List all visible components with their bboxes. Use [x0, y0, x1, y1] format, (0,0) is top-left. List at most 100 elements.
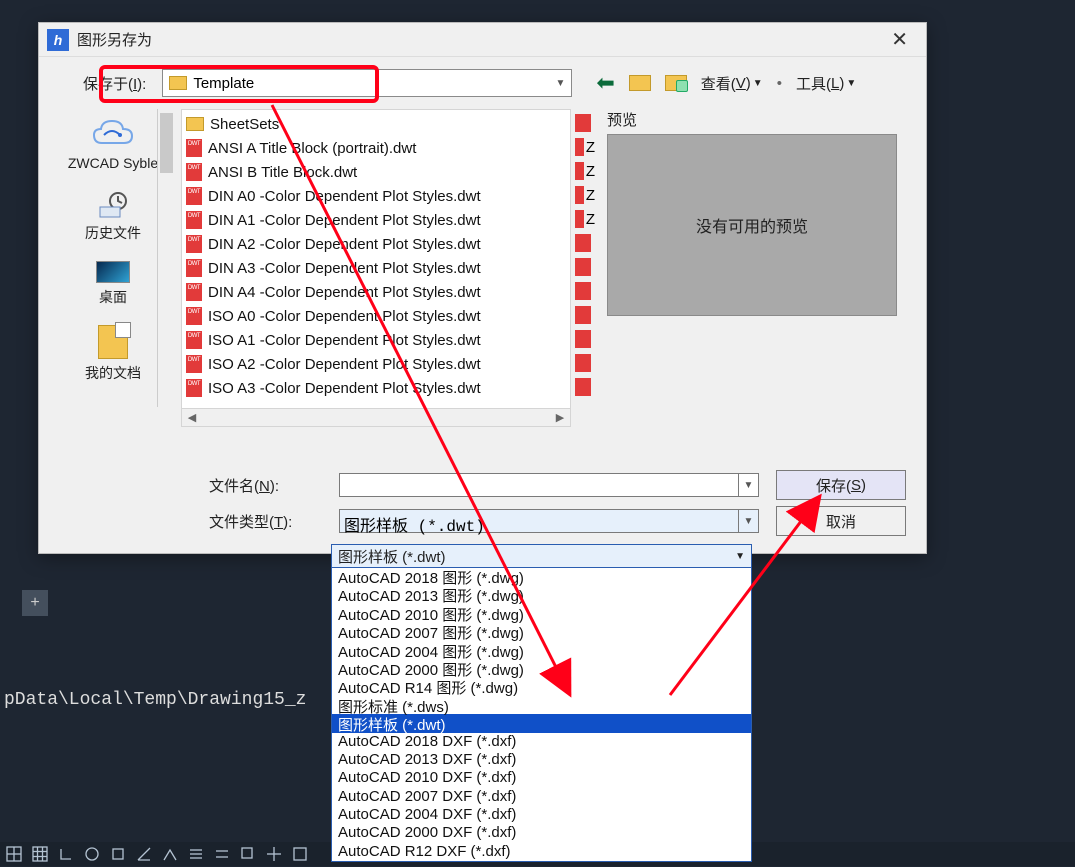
- sidebar-scrollbar[interactable]: [157, 109, 175, 407]
- file-item[interactable]: ANSI B Title Block.dwt: [186, 160, 566, 184]
- filetype-option[interactable]: AutoCAD 2004 图形 (*.dwg): [332, 641, 751, 659]
- dwt-file-icon: [186, 139, 202, 157]
- tools-menu[interactable]: 工具(L)▼: [796, 73, 856, 94]
- file-item[interactable]: DIN A4 -Color Dependent Plot Styles.dwt: [186, 280, 566, 304]
- new-folder-icon[interactable]: [665, 75, 687, 91]
- filename-label: 文件名(N):: [209, 475, 329, 496]
- lineweight-icon[interactable]: [188, 846, 204, 862]
- file-name: DIN A3 -Color Dependent Plot Styles.dwt: [208, 260, 481, 277]
- filetype-combo[interactable]: 图形样板 (*.dwt) ▼: [339, 509, 759, 533]
- file-item[interactable]: ISO A3 -Color Dependent Plot Styles.dwt: [186, 376, 566, 400]
- file-item[interactable]: ISO A0 -Color Dependent Plot Styles.dwt: [186, 304, 566, 328]
- filetype-label: 文件类型(T):: [209, 511, 329, 532]
- file-item[interactable]: ISO A1 -Color Dependent Plot Styles.dwt: [186, 328, 566, 352]
- view-menu[interactable]: 查看(V)▼: [701, 73, 763, 94]
- sidebar-item-label: 桌面: [99, 289, 127, 305]
- desktop-icon: [96, 261, 130, 283]
- save-in-combo[interactable]: Template ▼: [162, 69, 572, 97]
- save-button[interactable]: 保存(S): [776, 470, 906, 500]
- filetype-option[interactable]: AutoCAD 2018 DXF (*.dxf): [332, 733, 751, 751]
- filetype-dropdown[interactable]: 图形样板 (*.dwt)▼AutoCAD 2018 图形 (*.dwg)Auto…: [331, 544, 752, 862]
- file-list-overflow-cell: Z: [575, 135, 595, 159]
- ortho-icon[interactable]: [58, 846, 74, 862]
- file-list-overflow-cell: Z: [575, 159, 595, 183]
- file-name-fragment: Z: [586, 187, 595, 204]
- filetype-option[interactable]: AutoCAD R14 图形 (*.dwg): [332, 677, 751, 695]
- filetype-option[interactable]: AutoCAD 2000 图形 (*.dwg): [332, 659, 751, 677]
- filetype-option[interactable]: AutoCAD 2013 DXF (*.dxf): [332, 751, 751, 769]
- filetype-option[interactable]: AutoCAD 2018 图形 (*.dwg): [332, 567, 751, 585]
- filetype-option[interactable]: AutoCAD 2010 DXF (*.dxf): [332, 769, 751, 787]
- sidebar-item-documents[interactable]: 我的文档: [53, 321, 173, 387]
- file-list-hscroll[interactable]: ◀ ▶: [182, 408, 570, 426]
- dwt-file-icon: [575, 162, 584, 180]
- filetype-option[interactable]: AutoCAD R12 DXF (*.dxf): [332, 843, 751, 861]
- filetype-option[interactable]: AutoCAD 2004 DXF (*.dxf): [332, 806, 751, 824]
- polar-icon[interactable]: [84, 846, 100, 862]
- dwt-file-icon: [575, 282, 591, 300]
- bottom-fields: 文件名(N): ▼ 保存(S) 文件类型(T): 图形样板 (*.dwt) ▼: [209, 467, 906, 539]
- filetype-selected: 图形样板 (*.dwt): [340, 510, 738, 532]
- cursor-icon[interactable]: [266, 846, 282, 862]
- scroll-left-icon[interactable]: ◀: [184, 411, 200, 424]
- documents-icon: [98, 325, 128, 359]
- file-name: ISO A3 -Color Dependent Plot Styles.dwt: [208, 380, 481, 397]
- back-arrow-icon[interactable]: ⬅: [596, 70, 614, 96]
- filetype-option[interactable]: AutoCAD 2007 图形 (*.dwg): [332, 622, 751, 640]
- file-item[interactable]: DIN A1 -Color Dependent Plot Styles.dwt: [186, 208, 566, 232]
- filename-history-dropdown[interactable]: ▼: [738, 474, 758, 496]
- file-name-fragment: Z: [586, 139, 595, 156]
- dwt-file-icon: [575, 378, 591, 396]
- file-list-overflow-cell: [575, 327, 595, 351]
- filetype-dropdown-header[interactable]: 图形样板 (*.dwt)▼: [331, 544, 752, 568]
- selection-icon[interactable]: [240, 846, 256, 862]
- file-name: ISO A1 -Color Dependent Plot Styles.dwt: [208, 332, 481, 349]
- grid2-icon[interactable]: [32, 846, 48, 862]
- chevron-down-icon: ▼: [555, 78, 565, 89]
- file-item[interactable]: SheetSets: [186, 112, 566, 136]
- filetype-option[interactable]: AutoCAD 2010 图形 (*.dwg): [332, 604, 751, 622]
- grid-icon[interactable]: [6, 846, 22, 862]
- file-name: ANSI B Title Block.dwt: [208, 164, 357, 181]
- chevron-down-icon: ▼: [738, 510, 758, 532]
- file-name: SheetSets: [210, 116, 279, 133]
- osnap-icon[interactable]: [110, 846, 126, 862]
- filetype-option[interactable]: AutoCAD 2000 DXF (*.dxf): [332, 824, 751, 842]
- file-item[interactable]: DIN A2 -Color Dependent Plot Styles.dwt: [186, 232, 566, 256]
- cancel-button[interactable]: 取消: [776, 506, 906, 536]
- app-icon: h: [47, 29, 69, 51]
- file-list-overflow-cell: Z: [575, 183, 595, 207]
- close-icon[interactable]: ✕: [881, 27, 918, 52]
- dwt-file-icon: [186, 355, 202, 373]
- file-name: ISO A2 -Color Dependent Plot Styles.dwt: [208, 356, 481, 373]
- model-space-icon[interactable]: [292, 846, 308, 862]
- file-item[interactable]: DIN A3 -Color Dependent Plot Styles.dwt: [186, 256, 566, 280]
- file-item[interactable]: ISO A2 -Color Dependent Plot Styles.dwt: [186, 352, 566, 376]
- file-list[interactable]: SheetSets ANSI A Title Block (portrait).d…: [181, 109, 571, 427]
- file-item[interactable]: DIN A0 -Color Dependent Plot Styles.dwt: [186, 184, 566, 208]
- file-list-overflow-cell: [575, 255, 595, 279]
- file-list-overflow-cell: [575, 111, 595, 135]
- filetype-option[interactable]: 图形标准 (*.dws): [332, 696, 751, 714]
- filetype-option[interactable]: AutoCAD 2007 DXF (*.dxf): [332, 788, 751, 806]
- track-icon[interactable]: [162, 846, 178, 862]
- dialog-title: 图形另存为: [77, 29, 152, 50]
- dwt-file-icon: [575, 138, 584, 156]
- dynamic-input-icon[interactable]: [214, 846, 230, 862]
- filetype-option[interactable]: AutoCAD 2013 图形 (*.dwg): [332, 585, 751, 603]
- new-tab-button[interactable]: +: [22, 590, 48, 616]
- dwt-file-icon: [186, 379, 202, 397]
- file-name: ISO A0 -Color Dependent Plot Styles.dwt: [208, 308, 481, 325]
- file-item[interactable]: ANSI A Title Block (portrait).dwt: [186, 136, 566, 160]
- sidebar-item-syble[interactable]: ZWCAD Syble: [53, 113, 173, 175]
- up-folder-icon[interactable]: [629, 75, 651, 91]
- sidebar-item-history[interactable]: 历史文件: [53, 185, 173, 247]
- dwt-file-icon: [575, 234, 591, 252]
- dwt-file-icon: [186, 211, 202, 229]
- angle-icon[interactable]: [136, 846, 152, 862]
- scroll-right-icon[interactable]: ▶: [552, 411, 568, 424]
- filename-input[interactable]: [340, 474, 738, 496]
- sidebar-item-desktop[interactable]: 桌面: [53, 257, 173, 311]
- filetype-option[interactable]: 图形样板 (*.dwt): [332, 714, 751, 732]
- file-name: DIN A2 -Color Dependent Plot Styles.dwt: [208, 236, 481, 253]
